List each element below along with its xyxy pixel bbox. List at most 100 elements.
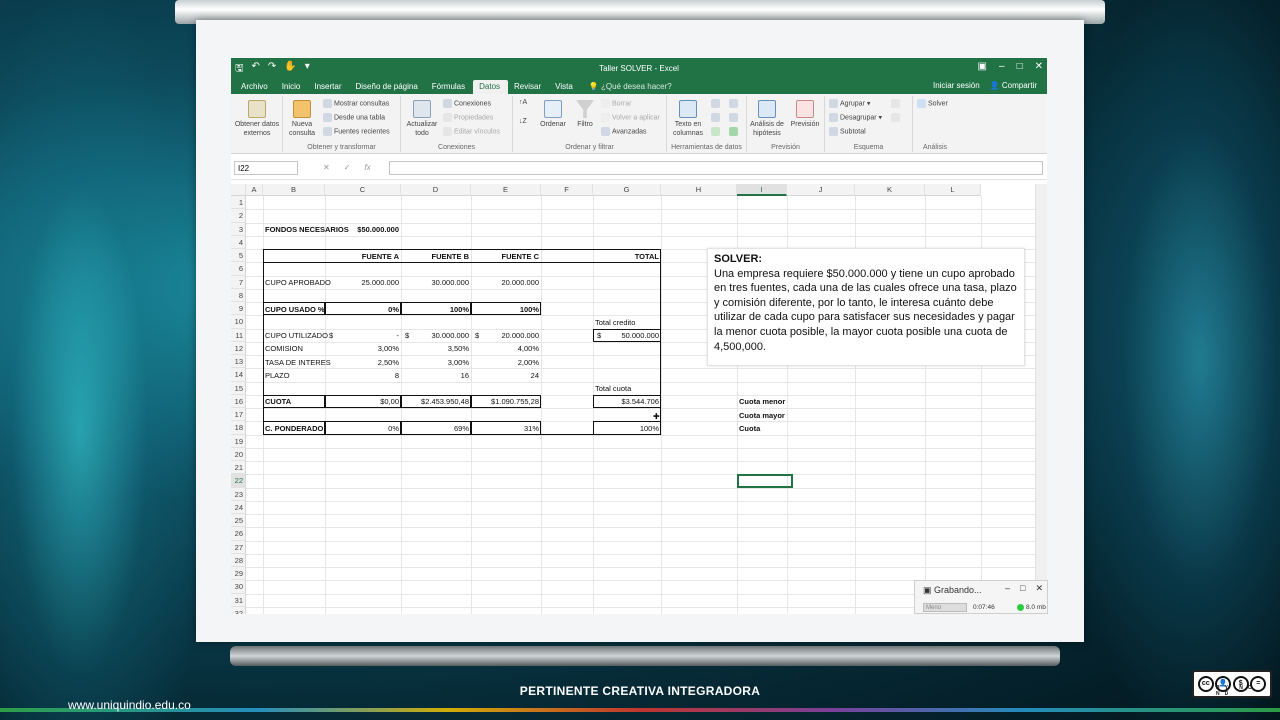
column-header-e[interactable]: E <box>471 184 541 196</box>
row-header-11[interactable]: 11 <box>231 328 246 342</box>
row-header-3[interactable]: 3 <box>231 222 246 236</box>
row-header-8[interactable]: 8 <box>231 288 246 302</box>
close-icon[interactable]: ✕ <box>1035 61 1043 72</box>
share-button[interactable]: 👤 Compartir <box>990 81 1037 90</box>
row-header-16[interactable]: 16 <box>231 394 246 408</box>
tab-datos[interactable]: Datos <box>473 80 509 94</box>
row-header-5[interactable]: 5 <box>231 249 246 263</box>
row-header-9[interactable]: 9 <box>231 302 246 316</box>
tab-insertar[interactable]: Insertar <box>308 80 349 94</box>
row-header-2[interactable]: 2 <box>231 209 246 223</box>
maximize-icon[interactable]: □ <box>1017 61 1023 72</box>
row-header-22[interactable]: 22 <box>231 474 246 488</box>
row-header-23[interactable]: 23 <box>231 487 246 501</box>
row-header-14[interactable]: 14 <box>231 368 246 382</box>
what-if-button[interactable]: Análisis de hipótesis <box>747 100 787 138</box>
get-external-data-button[interactable]: Obtener datos externos <box>233 100 281 138</box>
row-header-25[interactable]: 25 <box>231 514 246 528</box>
solver-button[interactable]: Solver <box>917 99 948 108</box>
tab-diseno[interactable]: Diseño de página <box>350 80 426 94</box>
row-header-18[interactable]: 18 <box>231 421 246 435</box>
tab-archivo[interactable]: Archivo <box>235 80 276 94</box>
column-header-j[interactable]: J <box>787 184 855 196</box>
forecast-sheet-button[interactable]: Previsión <box>787 100 823 129</box>
show-queries-button[interactable]: Mostrar consultas <box>323 99 389 108</box>
function-icon[interactable]: fx <box>364 163 370 172</box>
name-box[interactable]: I22 <box>234 161 298 175</box>
filter-button[interactable]: Filtro <box>571 100 599 129</box>
edit-links-button[interactable]: Editar vínculos <box>443 127 500 136</box>
clear-button[interactable]: Borrar <box>601 99 631 108</box>
row-header-12[interactable]: 12 <box>231 341 246 355</box>
enter-icon[interactable]: ✓ <box>344 163 351 172</box>
column-header-l[interactable]: L <box>925 184 981 196</box>
advanced-button[interactable]: Avanzadas <box>601 127 647 136</box>
row-header-32[interactable]: 32 <box>231 606 246 614</box>
ungroup-button[interactable]: Desagrupar ▾ <box>829 113 882 122</box>
group-button[interactable]: Agrupar ▾ <box>829 99 870 108</box>
sign-in-link[interactable]: Iniciar sesión <box>933 81 980 90</box>
column-header-a[interactable]: A <box>246 184 263 196</box>
row-header-24[interactable]: 24 <box>231 500 246 514</box>
row-header-10[interactable]: 10 <box>231 315 246 329</box>
hide-detail-button[interactable] <box>891 113 902 122</box>
flash-fill-button[interactable] <box>711 99 722 108</box>
row-header-1[interactable]: 1 <box>231 196 246 210</box>
recorder-menu[interactable]: Menú <box>923 603 967 612</box>
column-header-f[interactable]: F <box>541 184 593 196</box>
tab-inicio[interactable]: Inicio <box>276 80 309 94</box>
refresh-all-button[interactable]: Actualizar todo <box>405 100 439 138</box>
row-header-29[interactable]: 29 <box>231 567 246 581</box>
vertical-scrollbar[interactable] <box>1035 184 1047 614</box>
solver-problem-textbox[interactable]: SOLVER: Una empresa requiere $50.000.000 … <box>707 248 1025 366</box>
properties-button[interactable]: Propiedades <box>443 113 493 122</box>
select-all-corner[interactable] <box>231 184 246 196</box>
row-header-31[interactable]: 31 <box>231 593 246 607</box>
column-header-h[interactable]: H <box>661 184 737 196</box>
tell-me-box[interactable]: 💡 ¿Qué desea hacer? <box>581 80 680 94</box>
row-header-26[interactable]: 26 <box>231 527 246 541</box>
minimize-icon[interactable]: – <box>999 61 1005 72</box>
row-header-20[interactable]: 20 <box>231 447 246 461</box>
formula-input[interactable] <box>389 161 1043 175</box>
tab-vista[interactable]: Vista <box>549 80 581 94</box>
row-header-13[interactable]: 13 <box>231 355 246 369</box>
new-query-button[interactable]: Nueva consulta <box>285 100 319 138</box>
row-header-15[interactable]: 15 <box>231 381 246 395</box>
tab-formulas[interactable]: Fórmulas <box>426 80 473 94</box>
column-header-k[interactable]: K <box>855 184 925 196</box>
column-header-c[interactable]: C <box>325 184 401 196</box>
row-header-6[interactable]: 6 <box>231 262 246 276</box>
close-icon[interactable]: ✕ <box>1035 583 1043 594</box>
sort-za-button[interactable]: ↓Z <box>519 118 527 125</box>
column-header-d[interactable]: D <box>401 184 471 196</box>
row-header-30[interactable]: 30 <box>231 580 246 594</box>
row-header-28[interactable]: 28 <box>231 553 246 567</box>
data-validation-button[interactable] <box>711 127 722 136</box>
sort-button[interactable]: Ordenar <box>537 100 569 129</box>
subtotal-button[interactable]: Subtotal <box>829 127 866 136</box>
row-header-27[interactable]: 27 <box>231 540 246 554</box>
row-header-21[interactable]: 21 <box>231 461 246 475</box>
from-table-button[interactable]: Desde una tabla <box>323 113 385 122</box>
show-detail-button[interactable] <box>891 99 902 108</box>
recent-sources-button[interactable]: Fuentes recientes <box>323 127 390 136</box>
column-header-i[interactable]: I <box>737 184 787 196</box>
relationships-button[interactable] <box>729 113 740 122</box>
minimize-icon[interactable]: – <box>1005 583 1010 594</box>
selected-cell-i22[interactable] <box>737 474 793 488</box>
column-header-g[interactable]: G <box>593 184 661 196</box>
consolidate-button[interactable] <box>729 99 740 108</box>
maximize-icon[interactable]: □ <box>1020 583 1025 594</box>
connections-button[interactable]: Conexiones <box>443 99 491 108</box>
text-to-columns-button[interactable]: Texto en columnas <box>669 100 707 138</box>
column-header-b[interactable]: B <box>263 184 325 196</box>
row-header-19[interactable]: 19 <box>231 434 246 448</box>
reapply-button[interactable]: Volver a aplicar <box>601 113 660 122</box>
row-header-4[interactable]: 4 <box>231 235 246 249</box>
ribbon-display-icon[interactable]: ▣ <box>978 61 987 72</box>
sort-az-button[interactable]: ↑A <box>519 99 527 106</box>
row-header-17[interactable]: 17 <box>231 408 246 422</box>
data-model-button[interactable] <box>729 127 740 136</box>
cancel-icon[interactable]: ✕ <box>323 163 330 172</box>
